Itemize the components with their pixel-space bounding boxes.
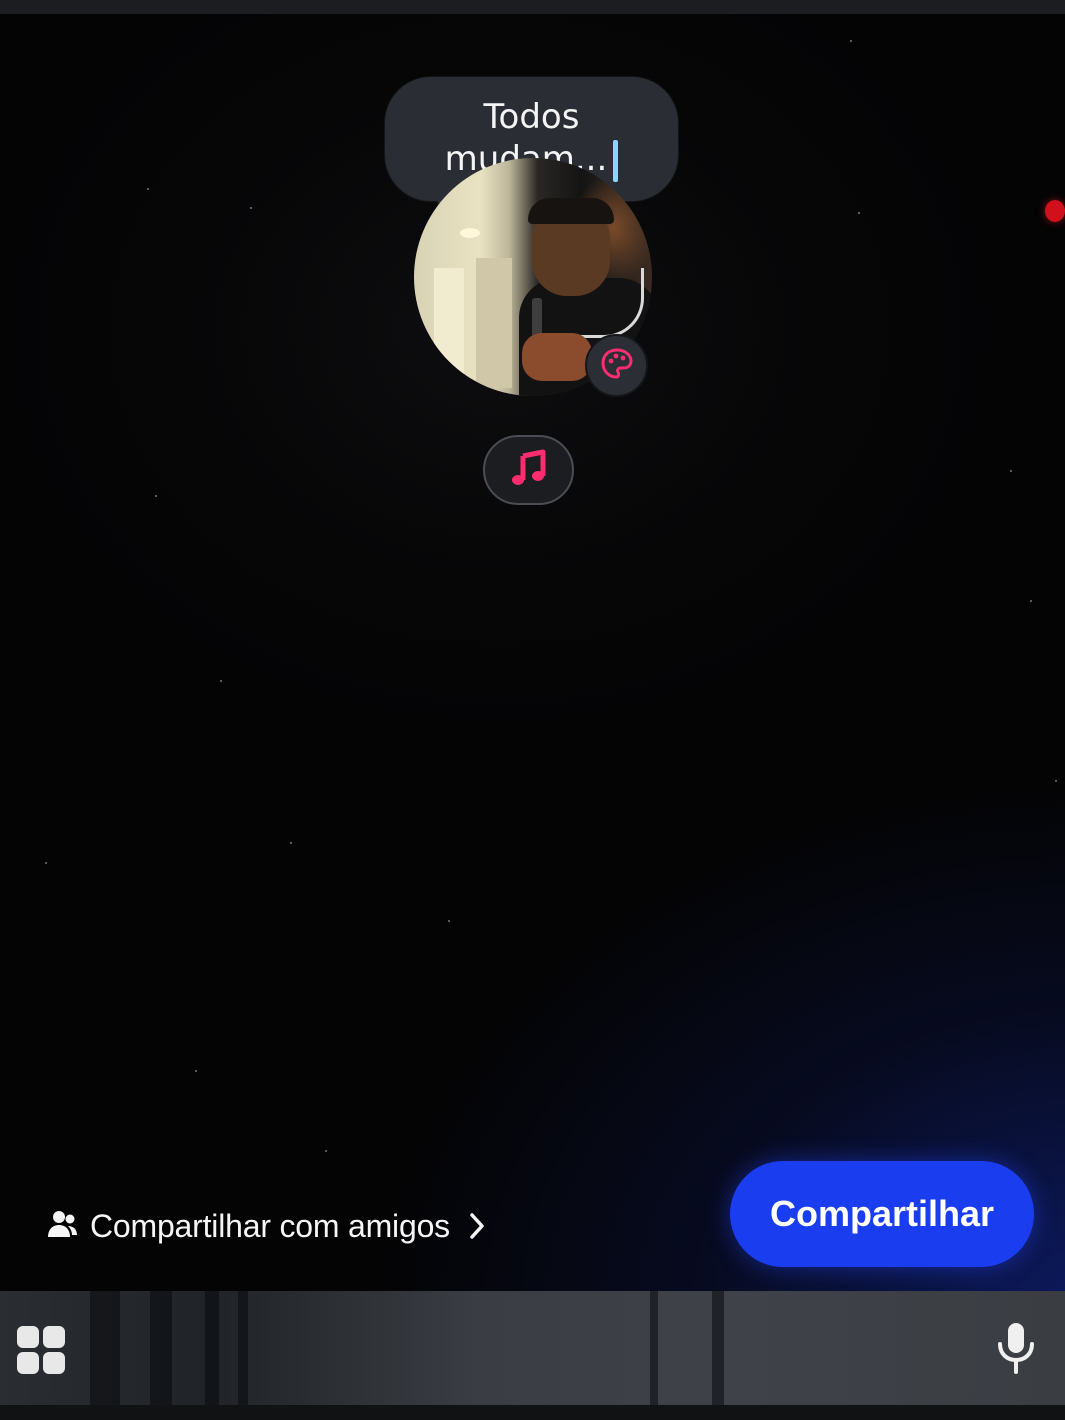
recording-indicator [1045,200,1065,222]
microphone-icon [994,1323,1038,1380]
theme-palette-button[interactable] [585,334,648,397]
text-cursor [613,139,619,182]
status-bar-edge [0,0,1065,14]
app-grid-button[interactable] [14,1323,68,1377]
music-note-icon [509,448,549,492]
share-with-friends-link[interactable]: Compartilhar com amigos [46,1203,486,1249]
note-text-line-1: Todos [483,97,580,138]
microphone-button[interactable] [994,1320,1038,1376]
chevron-right-icon [468,1211,486,1241]
people-icon [46,1209,78,1243]
palette-icon [600,347,634,385]
share-with-friends-label: Compartilhar com amigos [90,1207,450,1244]
note-composer-screen: Todos mudam... [0,0,1065,1420]
screen-bottom-edge [0,1405,1065,1420]
bottom-toolbar [0,1291,1065,1405]
add-music-button[interactable] [483,435,574,505]
share-button[interactable]: Compartilhar [730,1161,1034,1267]
